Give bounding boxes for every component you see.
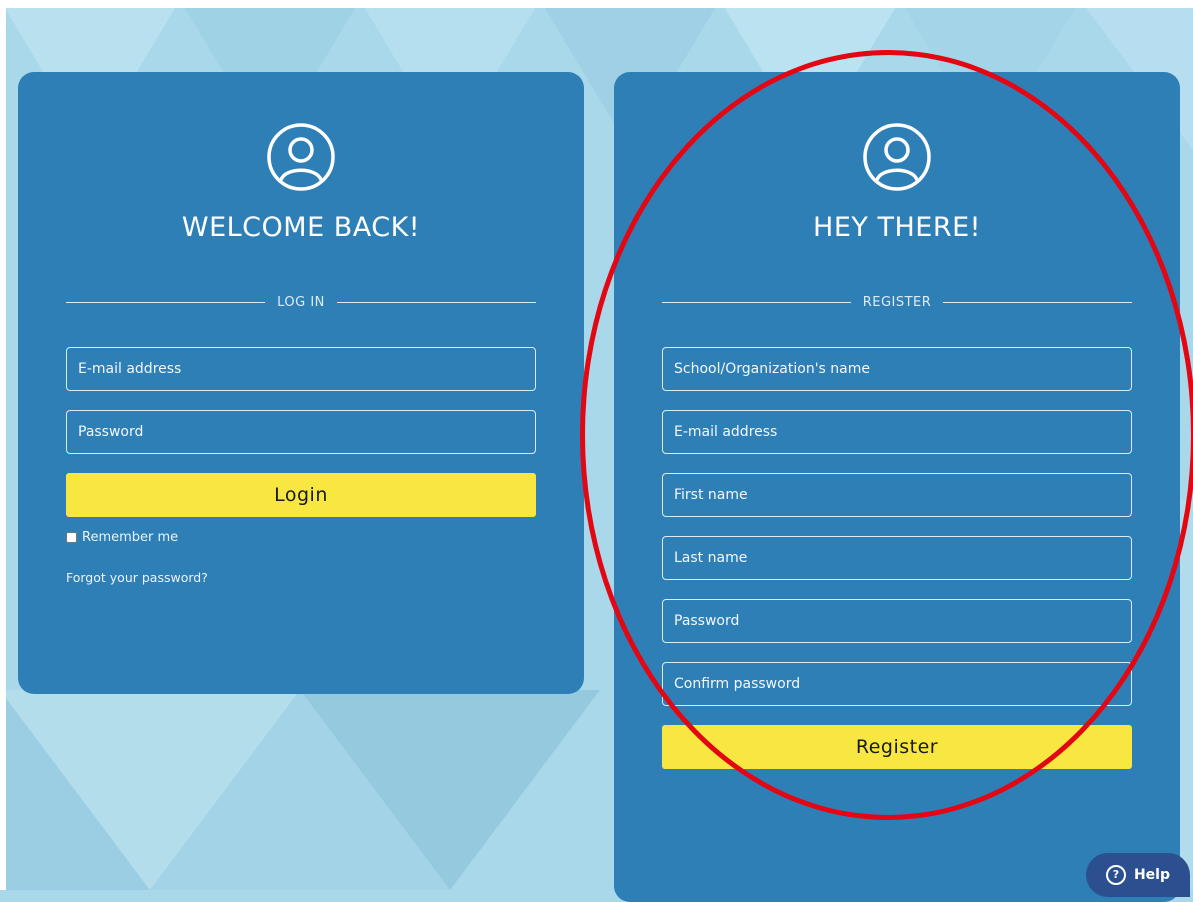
remember-me-checkbox[interactable] — [66, 532, 77, 543]
school-name-field[interactable] — [662, 347, 1132, 391]
remember-me[interactable]: Remember me — [66, 530, 178, 545]
divider-line — [66, 301, 266, 303]
remember-me-label: Remember me — [82, 530, 179, 545]
login-button[interactable]: Login — [66, 473, 536, 517]
register-panel: HEY THERE! REGISTER Register — [614, 72, 1180, 902]
register-password-field[interactable] — [662, 599, 1132, 643]
divider-line — [943, 301, 1132, 303]
divider-line — [662, 301, 851, 303]
register-divider: REGISTER — [662, 294, 1132, 310]
question-circle-icon: ? — [1105, 865, 1126, 885]
first-name-field[interactable] — [662, 473, 1132, 517]
login-title: WELCOME BACK! — [181, 212, 421, 243]
top-edge — [0, 0, 1193, 8]
user-circle-icon — [266, 122, 336, 192]
left-edge — [0, 0, 6, 890]
login-panel: WELCOME BACK! LOG IN Login Remember me F… — [18, 72, 584, 694]
divider-line — [336, 301, 536, 303]
register-button[interactable]: Register — [662, 725, 1132, 769]
login-password-field[interactable] — [66, 410, 536, 454]
user-circle-icon — [862, 122, 932, 192]
forgot-password-link[interactable]: Forgot your password? — [66, 570, 208, 585]
register-title: HEY THERE! — [813, 212, 981, 243]
last-name-field[interactable] — [662, 536, 1132, 580]
register-section-label: REGISTER — [862, 294, 932, 310]
login-divider: LOG IN — [66, 294, 536, 310]
register-email-field[interactable] — [662, 410, 1132, 454]
login-email-field[interactable] — [66, 347, 536, 391]
confirm-password-field[interactable] — [662, 662, 1132, 706]
help-label: Help — [1133, 867, 1171, 883]
help-button[interactable]: ? Help — [1086, 853, 1190, 897]
login-section-label: LOG IN — [277, 294, 325, 310]
